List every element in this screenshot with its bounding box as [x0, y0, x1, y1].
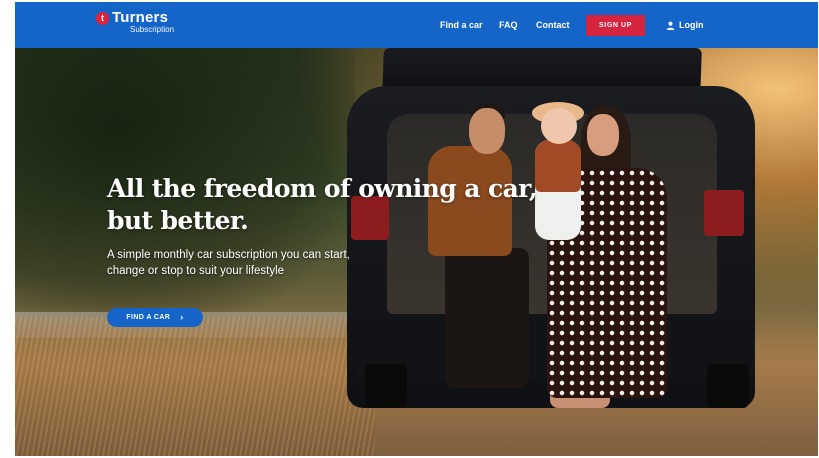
- page: t Turners Subscription Find a car FAQ Co…: [15, 2, 818, 456]
- find-a-car-button[interactable]: FIND A CAR ›: [107, 308, 203, 327]
- user-icon: [666, 21, 675, 30]
- turners-logo[interactable]: t Turners Subscription: [96, 10, 174, 34]
- login-link[interactable]: Login: [666, 20, 704, 30]
- hero-title: All the freedom of owning a car, but bet…: [107, 174, 538, 235]
- brand-name: Turners: [112, 9, 169, 26]
- hero-subtitle: A simple monthly car subscription you ca…: [107, 249, 350, 277]
- brand-subtitle: Subscription: [130, 25, 175, 34]
- sign-up-button[interactable]: SIGN UP: [586, 15, 645, 36]
- turners-logo-icon: t: [96, 12, 109, 25]
- find-a-car-label: FIND A CAR: [126, 314, 171, 321]
- nav-find-a-car[interactable]: Find a car: [440, 20, 483, 30]
- top-nav: t Turners Subscription Find a car FAQ Co…: [15, 2, 818, 48]
- nav-contact[interactable]: Contact: [536, 20, 570, 30]
- nav-faq[interactable]: FAQ: [499, 20, 518, 30]
- hero-section: All the freedom of owning a car, but bet…: [15, 48, 818, 456]
- chevron-right-icon: ›: [180, 312, 184, 322]
- login-label: Login: [679, 20, 704, 30]
